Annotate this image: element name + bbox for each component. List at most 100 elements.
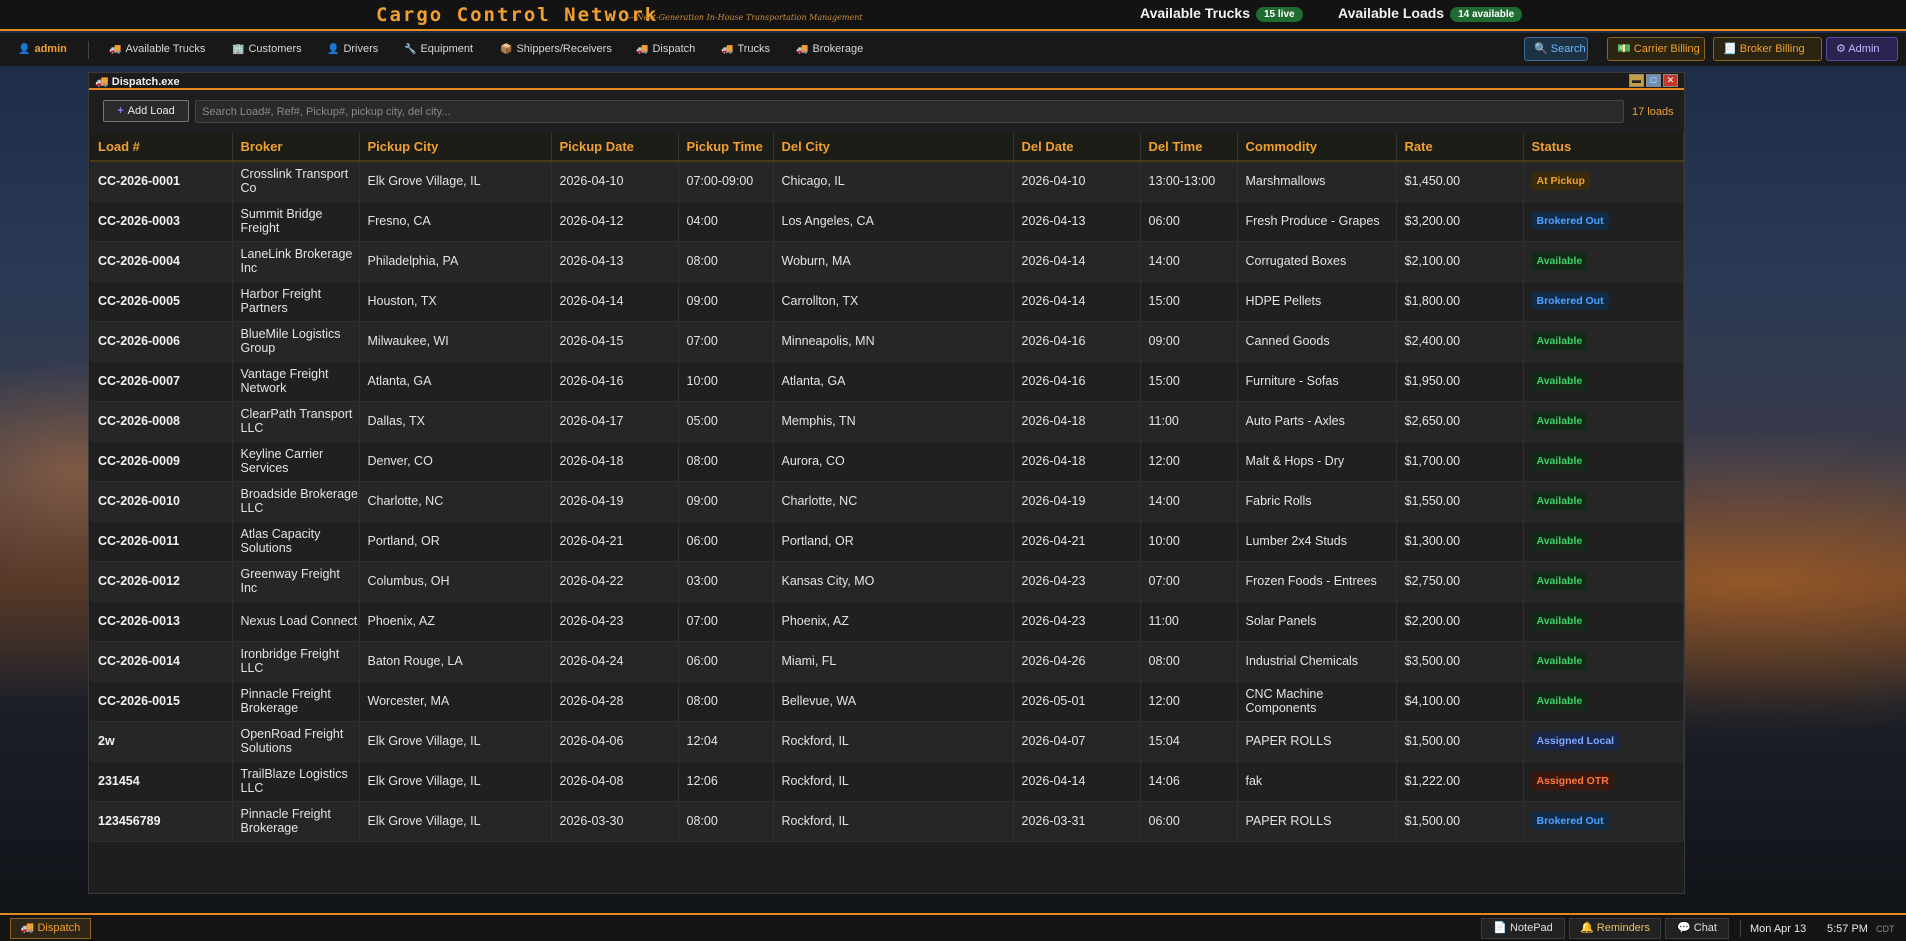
- carrier-billing-button[interactable]: 💵 Carrier Billing: [1607, 37, 1705, 61]
- col-pickup-city-header[interactable]: Pickup City: [359, 133, 552, 162]
- load-number-cell: CC-2026-0010: [90, 481, 233, 522]
- col-status-header[interactable]: Status: [1523, 133, 1684, 162]
- pickup-date-cell: 2026-04-13: [551, 241, 679, 282]
- rate-cell: $1,222.00: [1396, 761, 1524, 802]
- nav-dispatch[interactable]: 🚚 Dispatch: [636, 43, 695, 55]
- load-number-cell: 123456789: [90, 801, 233, 842]
- commodity-cell: fak: [1237, 761, 1397, 802]
- nav-available-trucks[interactable]: 🚚 Available Trucks: [109, 43, 205, 55]
- table-row[interactable]: CC-2026-0004 LaneLink Brokerage Inc Philad…: [90, 241, 1684, 282]
- del-time-cell: 09:00: [1140, 321, 1238, 362]
- available-trucks-stat[interactable]: Available Trucks 15 live: [1140, 5, 1303, 22]
- nav-drivers[interactable]: 👤 Drivers: [327, 43, 378, 55]
- main-nav: 👤 admin 🚚 Available Trucks 🏢 Customers 👤 Dri…: [0, 33, 1906, 66]
- pickup-date-cell: 2026-04-06: [551, 721, 679, 762]
- rate-cell: $1,450.00: [1396, 161, 1524, 202]
- user-menu[interactable]: 👤 admin: [18, 43, 67, 55]
- app-header: Cargo Control Network — Next-Generation …: [0, 0, 1906, 31]
- del-time-cell: 15:04: [1140, 721, 1238, 762]
- status-cell: Brokered Out: [1523, 281, 1684, 322]
- close-button[interactable]: ✕: [1663, 74, 1678, 87]
- reminders-button[interactable]: 🔔 Reminders: [1569, 918, 1661, 939]
- col-rate-header[interactable]: Rate: [1396, 133, 1524, 162]
- nav-trucks[interactable]: 🚚 Trucks: [721, 43, 770, 55]
- col-broker-header[interactable]: Broker: [232, 133, 360, 162]
- broker-billing-button[interactable]: 🧾 Broker Billing: [1713, 37, 1822, 61]
- search-button[interactable]: 🔍 Search: [1524, 37, 1588, 61]
- admin-button-label: Admin: [1848, 43, 1880, 55]
- available-loads-stat[interactable]: Available Loads 14 available: [1338, 5, 1523, 22]
- status-badge: Assigned Local: [1531, 732, 1620, 750]
- table-row[interactable]: CC-2026-0013 Nexus Load Connect Phoenix, A…: [90, 601, 1684, 642]
- del-time-cell: 06:00: [1140, 201, 1238, 242]
- admin-button[interactable]: ⚙ Admin: [1826, 37, 1898, 61]
- del-date-cell: 2026-04-16: [1013, 361, 1141, 402]
- table-row[interactable]: CC-2026-0005 Harbor Freight Partners Houst…: [90, 281, 1684, 322]
- table-row[interactable]: CC-2026-0010 Broadside Brokerage LLC Charl…: [90, 481, 1684, 522]
- broker-cell: TrailBlaze Logistics LLC: [232, 761, 360, 802]
- notepad-button[interactable]: 📄 NotePad: [1481, 918, 1565, 939]
- truck-icon: 🚚: [20, 922, 35, 934]
- rate-cell: $2,650.00: [1396, 401, 1524, 442]
- table-row[interactable]: CC-2026-0003 Summit Bridge Freight Fresno,…: [90, 201, 1684, 242]
- status-badge: Available: [1531, 652, 1588, 670]
- del-time-cell: 08:00: [1140, 641, 1238, 682]
- table-row[interactable]: CC-2026-0006 BlueMile Logistics Group Milw…: [90, 321, 1684, 362]
- broker-cell: Broadside Brokerage LLC: [232, 481, 360, 522]
- table-row[interactable]: 2w OpenRoad Freight Solutions Elk Grove Vi…: [90, 721, 1684, 762]
- add-load-button[interactable]: + Add Load: [103, 100, 189, 122]
- del-date-cell: 2026-04-18: [1013, 441, 1141, 482]
- minimize-button[interactable]: ▬: [1629, 74, 1644, 87]
- pickup-city-cell: Fresno, CA: [359, 201, 552, 242]
- table-row[interactable]: CC-2026-0007 Vantage Freight Network Atlan…: [90, 361, 1684, 402]
- broker-cell: BlueMile Logistics Group: [232, 321, 360, 362]
- table-row[interactable]: CC-2026-0014 Ironbridge Freight LLC Baton …: [90, 641, 1684, 682]
- load-search-input[interactable]: [195, 100, 1624, 123]
- status-cell: Assigned OTR: [1523, 761, 1684, 802]
- nav-customers[interactable]: 🏢 Customers: [232, 43, 302, 55]
- table-row[interactable]: CC-2026-0001 Crosslink Transport Co Elk Gr…: [90, 161, 1684, 202]
- nav-shippers-receivers[interactable]: 📦 Shippers/Receivers: [500, 43, 612, 55]
- table-row[interactable]: 123456789 Pinnacle Freight Brokerage Elk G…: [90, 801, 1684, 842]
- commodity-cell: Auto Parts - Axles: [1237, 401, 1397, 442]
- col-del-time-header[interactable]: Del Time: [1140, 133, 1238, 162]
- commodity-cell: HDPE Pellets: [1237, 281, 1397, 322]
- table-row[interactable]: CC-2026-0011 Atlas Capacity Solutions Port…: [90, 521, 1684, 562]
- del-city-cell: Los Angeles, CA: [773, 201, 1014, 242]
- col-pickup-date-header[interactable]: Pickup Date: [551, 133, 679, 162]
- load-count: 17 loads: [1632, 106, 1674, 118]
- commodity-cell: Malt & Hops - Dry: [1237, 441, 1397, 482]
- col-commodity-header[interactable]: Commodity: [1237, 133, 1397, 162]
- maximize-button[interactable]: □: [1646, 74, 1661, 87]
- table-row[interactable]: CC-2026-0015 Pinnacle Freight Brokerage Wo…: [90, 681, 1684, 722]
- del-time-cell: 13:00-13:00: [1140, 161, 1238, 202]
- table-header-row: Load # Broker Pickup City Pickup Date Pickup…: [90, 133, 1684, 162]
- pickup-time-cell: 03:00: [678, 561, 774, 602]
- pickup-time-cell: 08:00: [678, 681, 774, 722]
- table-row[interactable]: CC-2026-0009 Keyline Carrier Services Denv…: [90, 441, 1684, 482]
- loads-table: Load # Broker Pickup City Pickup Date Pickup…: [90, 133, 1684, 842]
- pickup-date-cell: 2026-04-24: [551, 641, 679, 682]
- nav-brokerage[interactable]: 🚚 Brokerage: [796, 43, 863, 55]
- col-del-city-header[interactable]: Del City: [773, 133, 1014, 162]
- table-row[interactable]: 231454 TrailBlaze Logistics LLC Elk Grove …: [90, 761, 1684, 802]
- pickup-time-cell: 08:00: [678, 441, 774, 482]
- pickup-city-cell: Portland, OR: [359, 521, 552, 562]
- chat-button[interactable]: 💬 Chat: [1665, 918, 1729, 939]
- pickup-time-cell: 04:00: [678, 201, 774, 242]
- nav-label: Trucks: [737, 43, 771, 55]
- broker-cell: Atlas Capacity Solutions: [232, 521, 360, 562]
- col-load-number-header[interactable]: Load #: [90, 133, 233, 162]
- load-number-cell: CC-2026-0006: [90, 321, 233, 362]
- rate-cell: $2,200.00: [1396, 601, 1524, 642]
- nav-equipment[interactable]: 🔧 Equipment: [404, 43, 473, 55]
- nav-divider: [88, 41, 89, 59]
- pickup-city-cell: Elk Grove Village, IL: [359, 761, 552, 802]
- load-number-cell: CC-2026-0008: [90, 401, 233, 442]
- table-row[interactable]: CC-2026-0012 Greenway Freight Inc Columbus…: [90, 561, 1684, 602]
- col-del-date-header[interactable]: Del Date: [1013, 133, 1141, 162]
- taskbar-dispatch-button[interactable]: 🚚 Dispatch: [10, 918, 91, 939]
- table-row[interactable]: CC-2026-0008 ClearPath Transport LLC Dalla…: [90, 401, 1684, 442]
- window-titlebar[interactable]: 🚚 Dispatch.exe ▬ □ ✕: [89, 73, 1684, 90]
- col-pickup-time-header[interactable]: Pickup Time: [678, 133, 774, 162]
